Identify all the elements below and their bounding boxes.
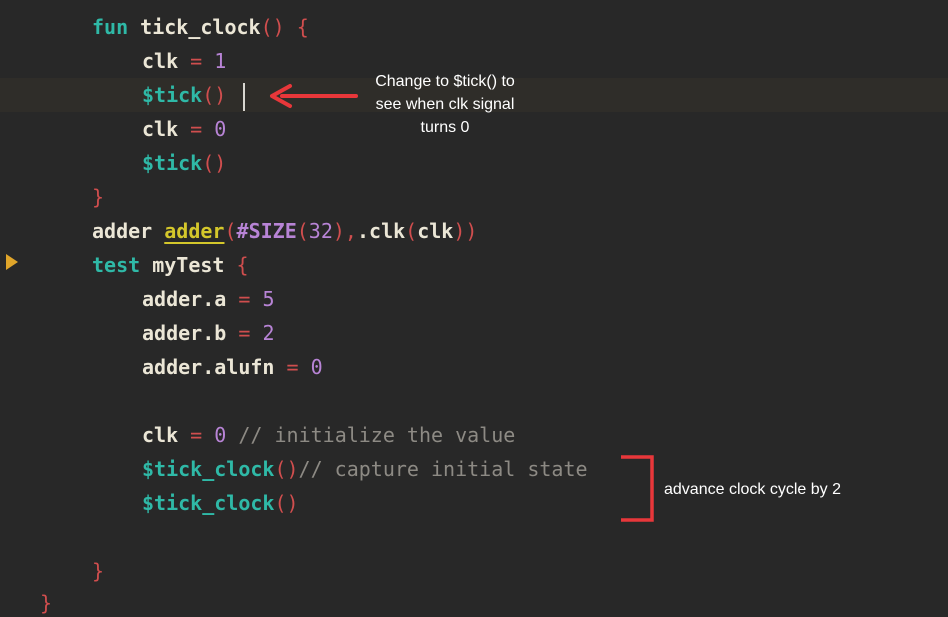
annotation-clock-note: advance clock cycle by 2 xyxy=(664,481,841,498)
annotation-tick-note: Change to $tick() to see when clk signal… xyxy=(375,73,515,136)
code-editor[interactable]: fun tick_clock() { clk = 1 $tick() clk =… xyxy=(0,0,948,617)
bracket-icon xyxy=(621,455,654,522)
arrow-left-icon xyxy=(270,84,358,108)
